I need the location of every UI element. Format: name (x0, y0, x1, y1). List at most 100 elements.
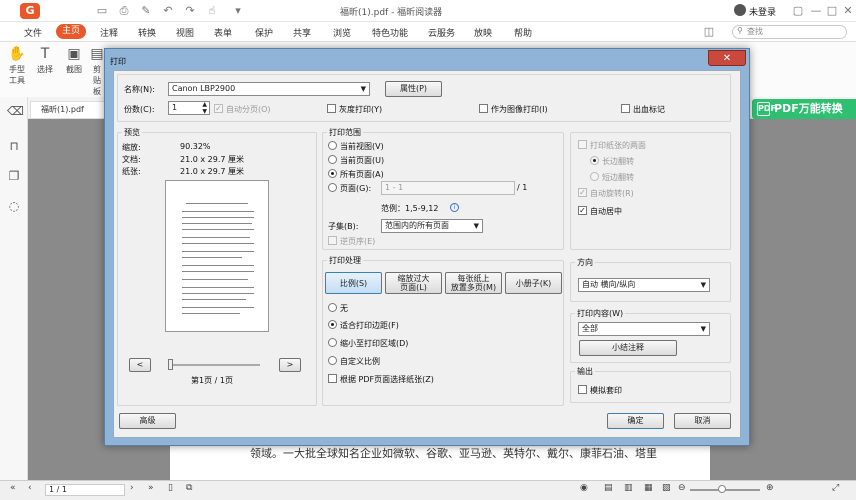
maximize-icon[interactable]: □ (826, 5, 838, 17)
multiple-pages-button[interactable]: 每张纸上 放置多页(M) (445, 272, 502, 294)
minimize-icon[interactable]: — (810, 5, 822, 17)
first-page-icon[interactable]: « (10, 483, 16, 493)
menu-view[interactable]: 视图 (176, 26, 194, 39)
open-folder-icon[interactable]: ▭ (96, 5, 108, 17)
avatar-icon[interactable] (734, 4, 746, 16)
menu-slideshow[interactable]: 放映 (474, 26, 492, 39)
clipboard-tool-button[interactable]: ▤ 剪贴板 (90, 46, 104, 97)
prev-page-icon[interactable]: ‹ (28, 483, 32, 493)
preview-slider-thumb[interactable] (168, 359, 173, 370)
text-cursor-icon: T (40, 46, 50, 62)
undo-icon[interactable]: ↶ (162, 5, 174, 17)
eraser-icon[interactable]: ⌫ (7, 104, 24, 118)
menu-cloud[interactable]: 云服务 (428, 26, 455, 39)
properties-button[interactable]: 属性(P) (385, 81, 442, 97)
reverse-checkbox[interactable] (328, 236, 337, 245)
cancel-button[interactable]: 取消 (674, 413, 731, 429)
preview-prev-button[interactable]: < (129, 358, 151, 372)
zoom-slider-knob[interactable] (718, 485, 726, 493)
pdf-convert-badge[interactable]: PDF PDF万能转换 (752, 99, 856, 119)
summarize-comments-button[interactable]: 小结注释 (579, 340, 677, 356)
radio-pages[interactable] (328, 183, 337, 192)
menu-share[interactable]: 共享 (293, 26, 311, 39)
menu-help[interactable]: 帮助 (514, 26, 532, 39)
layout-double-icon[interactable]: ▥ (624, 483, 633, 493)
radio-all-pages[interactable] (328, 169, 337, 178)
zoom-out-icon[interactable]: ⊖ (678, 483, 686, 493)
pdf-page-size-label: 根据 PDF页面选择纸张(Z) (340, 375, 434, 384)
grayscale-checkbox[interactable] (327, 104, 336, 113)
radio-short-edge[interactable] (590, 172, 599, 181)
search-input[interactable]: 查找 (732, 25, 847, 39)
radio-long-edge[interactable] (590, 156, 599, 165)
last-page-icon[interactable]: » (148, 483, 154, 493)
advanced-button[interactable]: 高级 (119, 413, 176, 429)
menu-protect[interactable]: 保护 (255, 26, 273, 39)
zoom-in-icon[interactable]: ⊕ (766, 483, 774, 493)
booklet-button[interactable]: 小册子(K) (505, 272, 562, 294)
bleed-checkbox[interactable] (621, 104, 630, 113)
pages-icon[interactable]: ❐ (7, 169, 21, 183)
fit-icon[interactable]: ⧉ (186, 483, 192, 493)
menu-comment[interactable]: 注释 (100, 26, 118, 39)
print-as-image-checkbox[interactable] (479, 104, 488, 113)
menu-form[interactable]: 表单 (214, 26, 232, 39)
menu-convert[interactable]: 转换 (138, 26, 156, 39)
restore-icon[interactable]: ▢ (792, 5, 804, 17)
preview-slider[interactable] (170, 364, 260, 366)
skin-icon[interactable]: ◫ (703, 26, 715, 38)
edit-icon[interactable]: ✎ (140, 5, 152, 17)
radio-current-page[interactable] (328, 155, 337, 164)
menu-home[interactable]: 主页 (56, 24, 86, 39)
next-page-icon[interactable]: › (130, 483, 134, 493)
dialog-close-button[interactable]: ✕ (708, 50, 746, 66)
radio-shrink[interactable] (328, 338, 337, 347)
layout-cont-icon[interactable]: ▦ (644, 483, 653, 493)
menu-features[interactable]: 特色功能 (372, 26, 408, 39)
customize-chevron-icon[interactable]: ▾ (232, 5, 244, 17)
menu-browse[interactable]: 浏览 (333, 26, 351, 39)
bookmark-icon[interactable]: ⊓ (7, 139, 21, 153)
preview-next-button[interactable]: > (279, 358, 301, 372)
print-content-select[interactable]: 全部 ▼ (578, 322, 710, 336)
scale-button[interactable]: 比例(S) (325, 272, 382, 294)
auto-center-checkbox[interactable]: ✓ (578, 206, 587, 215)
screenshot-tool-button[interactable]: ▣ 截图 (62, 46, 86, 75)
both-sides-checkbox[interactable] (578, 140, 587, 149)
pages-range-input[interactable]: 1 - 1 (381, 181, 515, 195)
orientation-select[interactable]: 自动 横向/纵向 ▼ (578, 278, 710, 292)
printer-select[interactable]: Canon LBP2900 ▼ (168, 82, 370, 96)
login-status[interactable]: 未登录 (749, 5, 776, 18)
radio-current-view[interactable] (328, 141, 337, 150)
menu-file[interactable]: 文件 (24, 26, 42, 39)
printer-icon[interactable]: ⎙ (118, 5, 130, 17)
select-tool-button[interactable]: T 选择 (33, 46, 57, 75)
page-number-input[interactable]: 1 / 1 (45, 484, 125, 496)
subset-select[interactable]: 范围内的所有页面 ▼ (381, 219, 483, 233)
info-icon[interactable]: i (450, 203, 459, 212)
collate-checkbox[interactable]: ✓ (214, 104, 223, 113)
layout-facing-icon[interactable]: ▧ (662, 483, 671, 493)
single-page-icon[interactable]: ▯ (168, 483, 173, 493)
shrink-label: 缩小至打印区域(D) (340, 339, 409, 348)
spin-icon[interactable]: ▲ ▼ (202, 101, 207, 115)
comment-icon[interactable]: ◌ (7, 199, 21, 213)
radio-fit-margins[interactable] (328, 320, 337, 329)
copies-input[interactable]: 1 ▲ ▼ (168, 101, 210, 115)
eye-icon[interactable]: ◉ (580, 483, 588, 493)
hand-tool-button[interactable]: ✋ 手型 工具 (5, 46, 29, 86)
fullscreen-icon[interactable]: ⤢ (832, 483, 839, 493)
layout-single-icon[interactable]: ▤ (604, 483, 613, 493)
pdf-page-size-checkbox[interactable] (328, 374, 337, 383)
auto-rotate-checkbox[interactable]: ✓ (578, 188, 587, 197)
fit-oversized-button[interactable]: 缩放过大 页面(L) (385, 272, 442, 294)
ok-button[interactable]: 确定 (607, 413, 664, 429)
simulate-overprint-checkbox[interactable] (578, 385, 587, 394)
close-icon[interactable]: ✕ (842, 5, 854, 17)
radio-none[interactable] (328, 303, 337, 312)
preview-page-indicator: 第1页 / 1页 (191, 376, 233, 385)
radio-custom-scale[interactable] (328, 356, 337, 365)
redo-icon[interactable]: ↷ (184, 5, 196, 17)
hand-tool-icon[interactable]: ☝ (206, 5, 218, 17)
chevron-down-icon: ▼ (360, 85, 366, 93)
